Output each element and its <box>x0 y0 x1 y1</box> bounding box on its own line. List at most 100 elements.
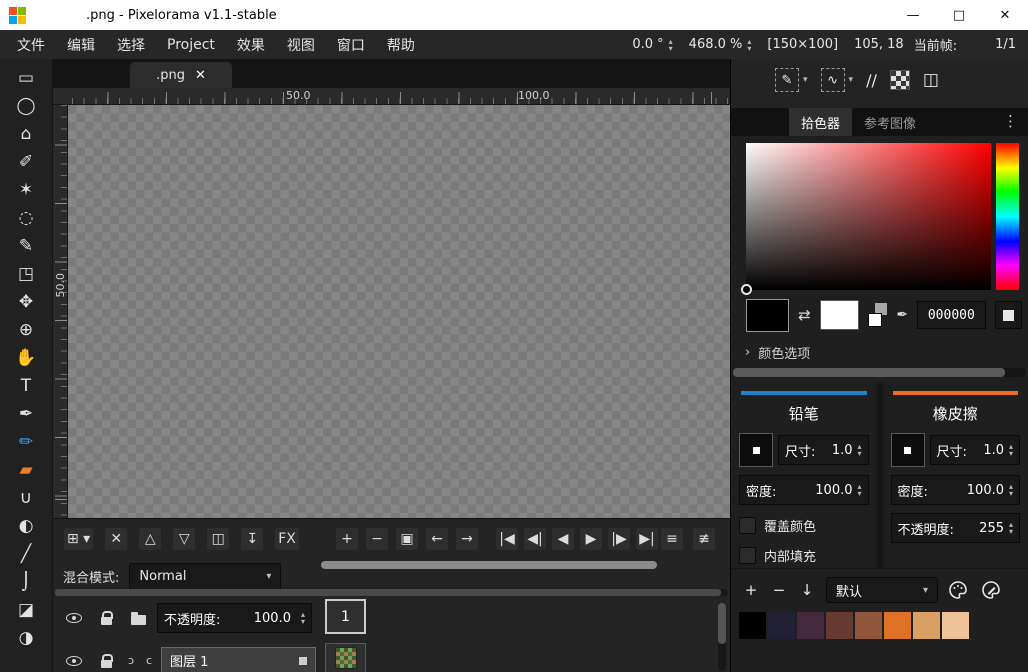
fill-inside-checkbox[interactable]: 内部填充 <box>739 546 869 565</box>
timeline-scrollbar[interactable] <box>321 561 657 569</box>
tool-color-picker[interactable]: ✒ <box>9 400 43 428</box>
add-frame-button[interactable]: + <box>335 527 359 551</box>
cel-thumbnail[interactable] <box>325 643 366 672</box>
brush-type-button[interactable]: ✎ ▾ <box>775 68 808 92</box>
remove-frame-button[interactable]: − <box>365 527 389 551</box>
palette-swatch[interactable] <box>768 612 795 639</box>
right-color-swatch[interactable] <box>820 300 859 330</box>
tool-crop[interactable]: ◳ <box>9 260 43 288</box>
tool-eraser[interactable]: ▰ <box>9 456 43 484</box>
blend-mode-dropdown[interactable]: Normal ▾ <box>129 563 281 590</box>
layer-opacity-spinbox[interactable]: 不透明度: 100.0 ▴▾ <box>157 603 312 633</box>
layer-visibility-button[interactable] <box>61 605 87 631</box>
tool-color-select[interactable]: ✐ <box>9 148 43 176</box>
move-frame-right-button[interactable]: → <box>455 527 479 551</box>
close-button[interactable]: ✕ <box>982 0 1028 30</box>
stepper-arrows[interactable]: ▴▾ <box>1009 521 1013 535</box>
tab-color-picker[interactable]: 拾色器 <box>789 108 852 136</box>
eraser-size-spinbox[interactable]: 尺寸: 1.0 ▴▾ <box>930 435 1021 465</box>
palette-settings-icon[interactable] <box>945 577 971 603</box>
palette-dropdown[interactable]: 默认 ▾ <box>826 577 938 603</box>
zoom-spinbox[interactable]: 468.0 % ▴▾ <box>689 37 752 52</box>
hue-slider[interactable] <box>996 143 1019 290</box>
tool-zoom[interactable]: ⊕ <box>9 316 43 344</box>
canvas-tab[interactable]: .png ✕ <box>130 62 232 88</box>
tool-ellipse[interactable]: ◑ <box>9 624 43 652</box>
stepper-arrows[interactable]: ▴▾ <box>747 38 751 52</box>
tool-line[interactable]: ╱ <box>9 540 43 568</box>
dither-button[interactable] <box>890 70 910 90</box>
color-handle[interactable] <box>741 284 752 295</box>
tool-paint-select[interactable]: ✎ <box>9 232 43 260</box>
tool-polygon-select[interactable]: ⌂ <box>9 120 43 148</box>
tool-move[interactable]: ✥ <box>9 288 43 316</box>
cel-link-icon[interactable]: ɔ <box>125 654 137 667</box>
stepper-arrows[interactable]: ▴▾ <box>858 443 862 457</box>
move-frame-left-button[interactable]: ← <box>425 527 449 551</box>
palette-swatch[interactable] <box>884 612 911 639</box>
maximize-button[interactable]: □ <box>936 0 982 30</box>
previous-frame-button[interactable]: ◀| <box>523 527 547 551</box>
saturation-value-box[interactable] <box>746 143 991 290</box>
palette-swatch[interactable] <box>739 612 766 639</box>
tool-rectangle-select[interactable]: ▭ <box>9 64 43 92</box>
layer-group-button[interactable] <box>125 605 151 631</box>
remove-palette-button[interactable]: − <box>767 578 791 602</box>
pencil-brush-preview[interactable] <box>739 433 773 467</box>
eyedropper-icon[interactable]: ✒ <box>896 307 908 323</box>
left-color-swatch[interactable] <box>746 299 789 332</box>
menu-视图[interactable]: 视图 <box>276 35 326 55</box>
layer-lock-button[interactable] <box>93 648 119 672</box>
stepper-arrows[interactable]: ▴▾ <box>858 483 862 497</box>
rotation-spinbox[interactable]: 0.0 ° ▴▾ <box>632 37 672 52</box>
hex-color-field[interactable]: 000000 <box>917 301 985 329</box>
minimize-button[interactable]: — <box>890 0 936 30</box>
overwrite-color-checkbox[interactable]: 覆盖颜色 <box>739 516 869 535</box>
delete-layer-button[interactable]: ✕ <box>104 527 128 551</box>
default-colors-button[interactable] <box>868 302 888 328</box>
eraser-opacity-spinbox[interactable]: 不透明度: 255 ▴▾ <box>891 513 1021 543</box>
menu-Project[interactable]: Project <box>156 37 226 53</box>
stepper-arrows[interactable]: ▴▾ <box>669 38 673 52</box>
palette-edit-icon[interactable] <box>978 577 1004 603</box>
merge-layer-down-button[interactable]: ↧ <box>240 527 264 551</box>
panel-menu-icon[interactable]: ⋮ <box>1003 112 1018 130</box>
palette-swatch[interactable] <box>913 612 940 639</box>
pencil-density-spinbox[interactable]: 密度: 100.0 ▴▾ <box>739 475 869 505</box>
color-options-expander[interactable]: › 颜色选项 <box>745 343 810 362</box>
clone-frame-button[interactable]: ▣ <box>395 527 419 551</box>
timeline-settings-button[interactable]: ≡ <box>660 527 684 551</box>
move-layer-down-button[interactable]: ▽ <box>172 527 196 551</box>
tool-pencil[interactable]: ✏ <box>9 428 43 456</box>
mirror-button[interactable]: ∕∕ <box>866 71 877 90</box>
cel-unlink-icon[interactable]: c <box>143 654 155 667</box>
swap-colors-icon[interactable]: ⇄ <box>798 306 811 324</box>
color-mode-button[interactable] <box>995 301 1022 329</box>
timeline-scrollbar-track[interactable] <box>55 589 728 596</box>
palette-swatch[interactable] <box>855 612 882 639</box>
stepper-arrows[interactable]: ▴▾ <box>1009 483 1013 497</box>
go-last-frame-button[interactable]: ▶| <box>635 527 659 551</box>
tool-shading[interactable]: ◐ <box>9 512 43 540</box>
move-layer-up-button[interactable]: △ <box>138 527 162 551</box>
stamp-button[interactable]: ◫ <box>923 70 939 90</box>
tool-pan[interactable]: ✋ <box>9 344 43 372</box>
onion-skin-button[interactable]: ≢ <box>692 527 716 551</box>
menu-文件[interactable]: 文件 <box>6 35 56 55</box>
play-forward-button[interactable]: ▶ <box>579 527 603 551</box>
tab-close-icon[interactable]: ✕ <box>195 68 206 83</box>
eraser-density-spinbox[interactable]: 密度: 100.0 ▴▾ <box>891 475 1021 505</box>
stepper-arrows[interactable]: ▴▾ <box>301 611 305 625</box>
import-palette-button[interactable]: ↓ <box>795 578 819 602</box>
palette-swatch[interactable] <box>826 612 853 639</box>
tool-bucket[interactable]: ∪ <box>9 484 43 512</box>
tool-curve[interactable]: ⌡ <box>9 568 43 596</box>
drawing-canvas[interactable] <box>68 105 730 518</box>
layer-name-field[interactable]: 图层 1 <box>161 647 316 672</box>
stepper-arrows[interactable]: ▴▾ <box>1009 443 1013 457</box>
layer-fx-button[interactable]: FX <box>274 527 300 551</box>
menu-编辑[interactable]: 编辑 <box>56 35 106 55</box>
play-backwards-button[interactable]: ◀ <box>551 527 575 551</box>
tool-magic-wand[interactable]: ✶ <box>9 176 43 204</box>
menu-效果[interactable]: 效果 <box>226 35 276 55</box>
